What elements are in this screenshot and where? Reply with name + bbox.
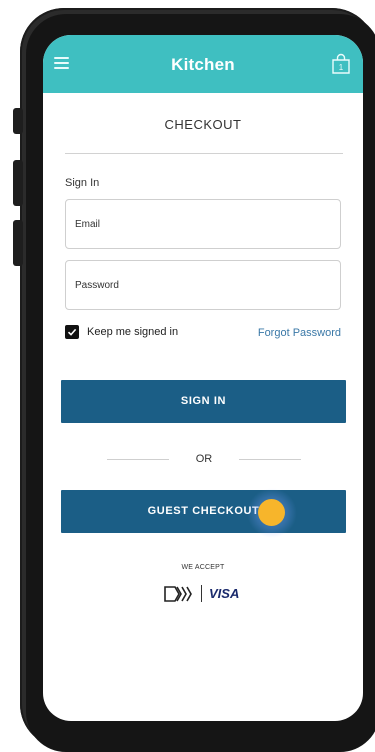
- title-divider: [65, 153, 343, 154]
- page-title: CHECKOUT: [164, 117, 242, 132]
- forgot-password-link[interactable]: Forgot Password: [258, 327, 341, 339]
- touch-indicator: [258, 499, 285, 526]
- payment-card-logo-icon: [164, 586, 192, 602]
- card-separator: [201, 585, 202, 602]
- keep-signed-in-checkbox[interactable]: [65, 325, 79, 339]
- phone-side-button: [13, 108, 23, 134]
- keep-signed-in-label[interactable]: Keep me signed in: [87, 326, 178, 338]
- visa-logo: VISA: [209, 586, 240, 601]
- or-line-right: [239, 459, 301, 460]
- phone-volume-up-button: [13, 160, 23, 206]
- sign-in-heading: Sign In: [65, 177, 100, 189]
- password-field-container: [65, 260, 341, 310]
- phone-volume-down-button: [13, 220, 23, 266]
- checkmark-icon: [67, 328, 77, 336]
- sign-in-button[interactable]: SIGN IN: [61, 380, 346, 423]
- phone-screen: Kitchen 1 CHECKOUT Sign In Keep me signe…: [43, 35, 363, 721]
- email-field[interactable]: [75, 200, 331, 248]
- app-header: Kitchen 1: [43, 35, 363, 93]
- we-accept-label: WE ACCEPT: [181, 564, 225, 571]
- guest-checkout-button[interactable]: GUEST CHECKOUT: [61, 490, 346, 533]
- shopping-bag-icon[interactable]: 1: [330, 53, 352, 75]
- email-field-container: [65, 199, 341, 249]
- brand-title: Kitchen: [171, 55, 235, 74]
- accepted-cards: VISA: [163, 584, 253, 604]
- or-divider: OR: [107, 453, 301, 467]
- password-field[interactable]: [75, 261, 331, 309]
- cart-count-badge: 1: [339, 63, 344, 72]
